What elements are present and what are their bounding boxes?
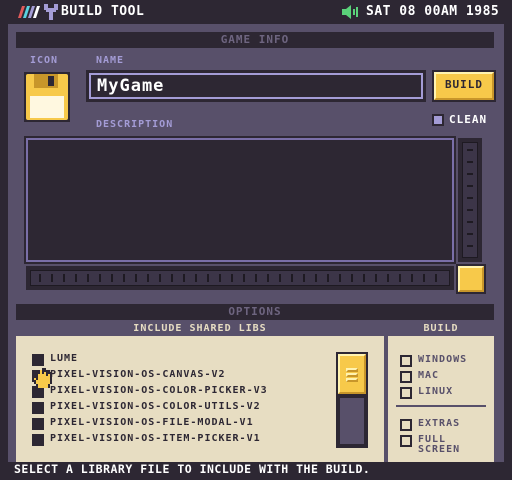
game-info-header: GAME INFO (16, 32, 494, 48)
platform-label: WINDOWS (418, 354, 468, 365)
lib-item-label: PIXEL-VISION-OS-CANVAS-V2 (50, 369, 226, 380)
platform-label: MAC (418, 370, 440, 381)
platform-label: LINUX (418, 386, 454, 397)
name-label: NAME (96, 55, 125, 66)
libs-scroll-thumb[interactable] (336, 352, 368, 396)
tool-icon (44, 4, 58, 20)
full-screen-label-line2: SCREEN (418, 444, 461, 455)
build-platforms-header: BUILD (388, 322, 494, 336)
lib-item-label: PIXEL-VISION-OS-COLOR-PICKER-V3 (50, 385, 268, 396)
clean-checkbox[interactable] (432, 114, 444, 126)
horizontal-scroll-track[interactable] (30, 270, 450, 286)
build-button-label: BUILD (434, 72, 494, 100)
description-textarea[interactable] (24, 136, 456, 264)
platform-checkbox[interactable] (400, 371, 412, 383)
name-input[interactable]: MyGame (86, 70, 426, 102)
extras-checkbox[interactable] (400, 419, 412, 431)
build-panel-divider (396, 405, 486, 407)
vertical-scroll-track[interactable] (462, 142, 478, 258)
logo-stripes-icon[interactable] (18, 6, 40, 18)
app-title: BUILD TOOL (61, 4, 145, 19)
platform-checkbox[interactable] (400, 355, 412, 367)
lib-checkbox[interactable] (32, 402, 44, 414)
platform-checkbox[interactable] (400, 387, 412, 399)
lib-item-label: PIXEL-VISION-OS-FILE-MODAL-V1 (50, 417, 254, 428)
floppy-disk-icon[interactable] (24, 72, 70, 122)
icon-label: ICON (30, 55, 59, 66)
lib-checkbox[interactable] (32, 418, 44, 430)
extras-label: EXTRAS (418, 418, 461, 429)
lib-item-label: PIXEL-VISION-OS-COLOR-UTILS-V2 (50, 401, 261, 412)
clock-text: SAT 08 00AM 1985 (366, 4, 500, 19)
description-label: DESCRIPTION (96, 119, 174, 130)
speaker-icon[interactable] (342, 5, 358, 19)
clean-label: CLEAN (449, 113, 488, 126)
lib-item-label: PIXEL-VISION-OS-ITEM-PICKER-V1 (50, 433, 261, 444)
shared-libs-header: INCLUDE SHARED LIBS (16, 322, 384, 336)
status-bar-message: SELECT A LIBRARY FILE TO INCLUDE WITH TH… (14, 462, 371, 476)
hand-cursor-icon (32, 360, 52, 388)
build-button[interactable]: BUILD (432, 70, 496, 102)
libs-scroll-track[interactable] (336, 396, 368, 448)
full-screen-checkbox[interactable] (400, 435, 412, 447)
lib-checkbox[interactable] (32, 434, 44, 446)
options-header: OPTIONS (16, 304, 494, 320)
scroll-corner-button[interactable] (456, 264, 486, 294)
